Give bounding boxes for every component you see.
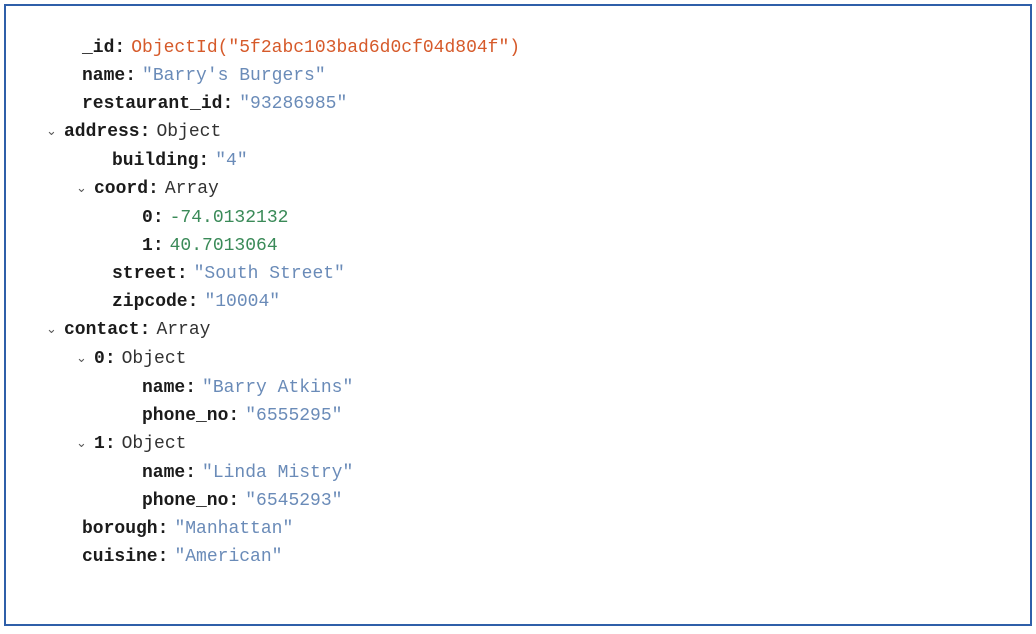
field-key: cuisine: [82, 543, 158, 571]
field-value-number: 40.7013064: [170, 232, 278, 260]
field-row-id[interactable]: _id: ObjectId("5f2abc103bad6d0cf04d804f"…: [6, 34, 1030, 62]
field-key: borough: [82, 515, 158, 543]
field-value-string: "10004": [204, 288, 280, 316]
field-value-string: "Barry's Burgers": [142, 62, 326, 90]
field-row-address-zipcode[interactable]: zipcode: "10004": [6, 288, 1030, 316]
field-value-string: "4": [215, 147, 247, 175]
chevron-down-icon[interactable]: ⌄: [46, 316, 64, 344]
field-key: phone_no: [142, 487, 228, 515]
chevron-down-icon[interactable]: ⌄: [46, 118, 64, 146]
field-row-address[interactable]: ⌄ address: Object: [6, 118, 1030, 147]
chevron-down-icon[interactable]: ⌄: [76, 345, 94, 373]
field-key: 0: [142, 204, 153, 232]
field-value-string: "6545293": [245, 487, 342, 515]
field-key: 1: [142, 232, 153, 260]
field-key: coord: [94, 175, 148, 203]
field-row-contact-0-phone[interactable]: phone_no: "6555295": [6, 402, 1030, 430]
field-value-string: "93286985": [239, 90, 347, 118]
field-key: _id: [82, 34, 114, 62]
field-row-cuisine[interactable]: cuisine: "American": [6, 543, 1030, 571]
field-value-string: "Manhattan": [174, 515, 293, 543]
field-value-string: "Barry Atkins": [202, 374, 353, 402]
field-row-contact-1-phone[interactable]: phone_no: "6545293": [6, 487, 1030, 515]
field-key: building: [112, 147, 198, 175]
field-row-contact-0[interactable]: ⌄ 0: Object: [6, 345, 1030, 374]
field-row-name[interactable]: name: "Barry's Burgers": [6, 62, 1030, 90]
field-key: contact: [64, 316, 140, 344]
field-type-label: Object: [156, 118, 221, 146]
document-tree-panel: _id: ObjectId("5f2abc103bad6d0cf04d804f"…: [4, 4, 1032, 626]
field-row-coord-1[interactable]: 1: 40.7013064: [6, 232, 1030, 260]
field-value-objectid: ObjectId("5f2abc103bad6d0cf04d804f"): [131, 34, 520, 62]
field-row-contact-1-name[interactable]: name: "Linda Mistry": [6, 459, 1030, 487]
field-row-contact[interactable]: ⌄ contact: Array: [6, 316, 1030, 345]
field-row-restaurant-id[interactable]: restaurant_id: "93286985": [6, 90, 1030, 118]
field-key: name: [142, 459, 185, 487]
field-row-contact-1[interactable]: ⌄ 1: Object: [6, 430, 1030, 459]
field-key: 0: [94, 345, 105, 373]
chevron-down-icon[interactable]: ⌄: [76, 175, 94, 203]
field-key: zipcode: [112, 288, 188, 316]
field-value-string: "Linda Mistry": [202, 459, 353, 487]
field-key: street: [112, 260, 177, 288]
field-type-label: Array: [156, 316, 210, 344]
field-value-number: -74.0132132: [170, 204, 289, 232]
field-row-contact-0-name[interactable]: name: "Barry Atkins": [6, 374, 1030, 402]
chevron-down-icon[interactable]: ⌄: [76, 430, 94, 458]
field-key: 1: [94, 430, 105, 458]
field-value-string: "6555295": [245, 402, 342, 430]
field-key: name: [82, 62, 125, 90]
field-key: address: [64, 118, 140, 146]
field-value-string: "South Street": [194, 260, 345, 288]
field-row-coord-0[interactable]: 0: -74.0132132: [6, 204, 1030, 232]
field-key: name: [142, 374, 185, 402]
field-row-address-coord[interactable]: ⌄ coord: Array: [6, 175, 1030, 204]
field-type-label: Object: [122, 430, 187, 458]
field-value-string: "American": [174, 543, 282, 571]
field-type-label: Array: [165, 175, 219, 203]
field-key: phone_no: [142, 402, 228, 430]
field-key: restaurant_id: [82, 90, 222, 118]
field-row-address-building[interactable]: building: "4": [6, 147, 1030, 175]
field-row-borough[interactable]: borough: "Manhattan": [6, 515, 1030, 543]
field-type-label: Object: [122, 345, 187, 373]
field-row-address-street[interactable]: street: "South Street": [6, 260, 1030, 288]
